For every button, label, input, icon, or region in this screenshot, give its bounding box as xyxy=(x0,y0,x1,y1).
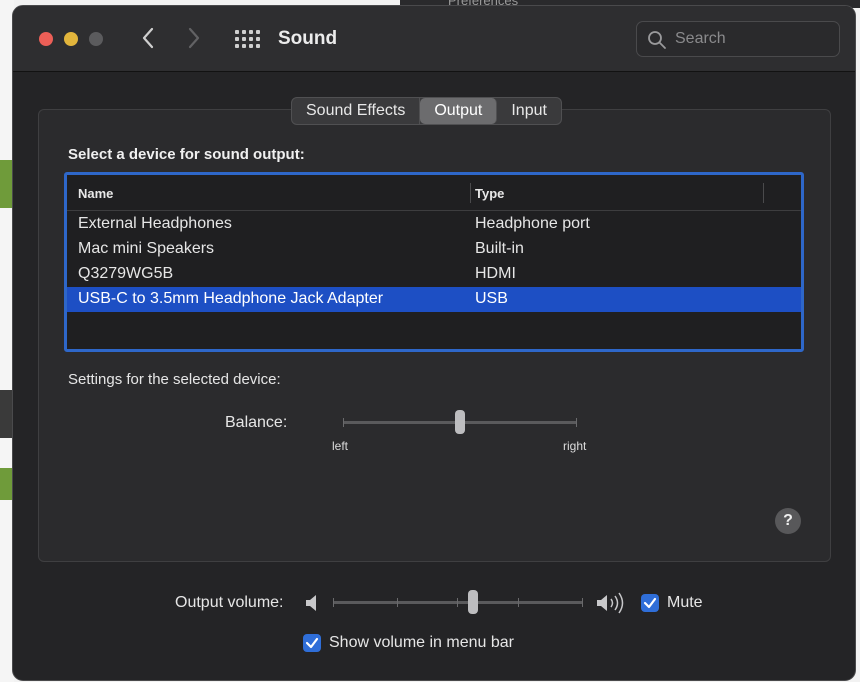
table-header: Name Type xyxy=(67,175,801,211)
mute-checkbox[interactable] xyxy=(641,594,659,612)
column-divider xyxy=(763,183,764,203)
forward-button[interactable] xyxy=(187,26,201,55)
balance-right-label: right xyxy=(563,439,587,453)
output-device-table[interactable]: Name Type External Headphones Headphone … xyxy=(64,172,804,352)
balance-slider-thumb[interactable] xyxy=(455,410,465,434)
balance-left-label: left xyxy=(332,439,349,453)
device-name: USB-C to 3.5mm Headphone Jack Adapter xyxy=(78,290,384,307)
device-name: External Headphones xyxy=(78,215,232,232)
column-divider xyxy=(470,183,471,203)
table-row[interactable]: Mac mini Speakers Built-in xyxy=(67,237,801,262)
output-volume-label: Output volume: xyxy=(175,594,284,611)
slider-tick xyxy=(333,598,334,607)
title-bar: Sound xyxy=(13,6,855,72)
balance-label: Balance: xyxy=(225,414,288,431)
help-button[interactable]: ? xyxy=(775,508,801,534)
table-row-selected[interactable]: USB-C to 3.5mm Headphone Jack Adapter US… xyxy=(67,287,801,312)
device-select-label: Select a device for sound output: xyxy=(68,146,305,163)
search-field[interactable] xyxy=(636,21,840,57)
table-row[interactable]: Q3279WG5B HDMI xyxy=(67,262,801,287)
checkmark-icon xyxy=(643,597,657,609)
checkmark-icon xyxy=(305,637,319,649)
speaker-low-icon[interactable] xyxy=(305,592,319,614)
table-row[interactable]: External Headphones Headphone port xyxy=(67,212,801,237)
slider-tick xyxy=(576,418,577,427)
speaker-high-icon[interactable] xyxy=(596,592,626,614)
slider-tick xyxy=(457,598,458,607)
device-type: Built-in xyxy=(475,240,524,257)
close-button[interactable] xyxy=(39,32,53,46)
column-header-name[interactable]: Name xyxy=(78,186,113,201)
device-name: Mac mini Speakers xyxy=(78,240,215,257)
device-type: Headphone port xyxy=(475,215,590,232)
grid-icon[interactable] xyxy=(235,30,260,48)
slider-tick xyxy=(582,598,583,607)
chevron-left-icon xyxy=(142,27,154,49)
slider-tick xyxy=(518,598,519,607)
tab-input[interactable]: Input xyxy=(497,98,561,124)
tab-output[interactable]: Output xyxy=(420,98,498,124)
tab-bar: Sound Effects Output Input xyxy=(291,97,562,125)
volume-slider-thumb[interactable] xyxy=(468,590,478,614)
search-icon xyxy=(648,31,666,49)
chevron-right-icon xyxy=(188,27,200,49)
search-input[interactable] xyxy=(675,29,825,49)
slider-tick xyxy=(343,418,344,427)
mute-label[interactable]: Mute xyxy=(667,594,703,612)
window-title: Sound xyxy=(278,28,338,49)
device-type: USB xyxy=(475,290,508,307)
device-settings-label: Settings for the selected device: xyxy=(68,371,281,388)
device-name: Q3279WG5B xyxy=(78,265,174,282)
minimize-button[interactable] xyxy=(64,32,78,46)
tab-sound-effects[interactable]: Sound Effects xyxy=(292,98,421,124)
zoom-button[interactable] xyxy=(89,32,103,46)
device-type: HDMI xyxy=(475,265,516,282)
column-header-type[interactable]: Type xyxy=(475,186,504,201)
question-mark-icon: ? xyxy=(783,512,793,529)
slider-tick xyxy=(397,598,398,607)
back-button[interactable] xyxy=(141,26,155,55)
show-volume-label[interactable]: Show volume in menu bar xyxy=(329,634,514,652)
sound-preferences-window: Sound Sound Effects Output Input Select … xyxy=(12,5,856,681)
volume-slider-track[interactable] xyxy=(333,601,583,604)
show-volume-checkbox[interactable] xyxy=(303,634,321,652)
